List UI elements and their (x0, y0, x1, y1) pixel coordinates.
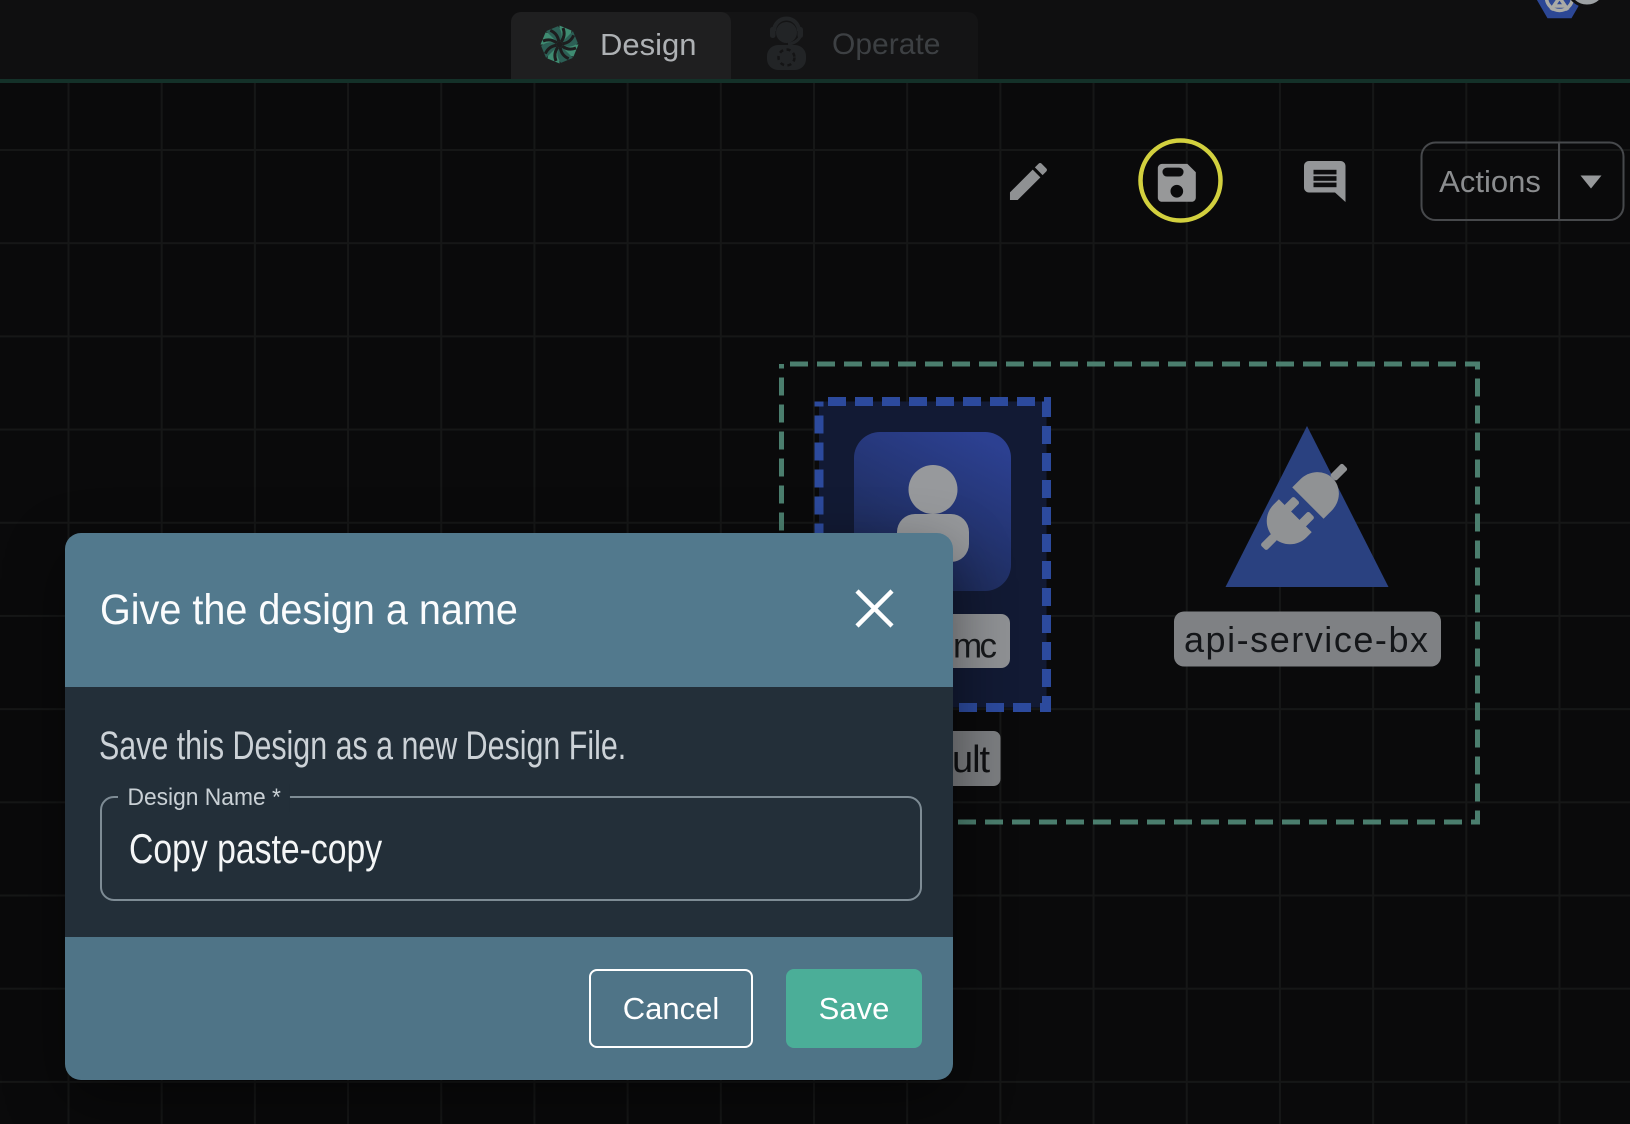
svg-text:ult: ult (952, 739, 990, 781)
svg-text:mc: mc (953, 627, 997, 666)
svg-text:Operate: Operate (832, 28, 940, 61)
svg-text:api-service-bx: api-service-bx (1184, 619, 1428, 660)
svg-text:Actions: Actions (1439, 164, 1541, 199)
svg-text:Design: Design (600, 27, 697, 62)
